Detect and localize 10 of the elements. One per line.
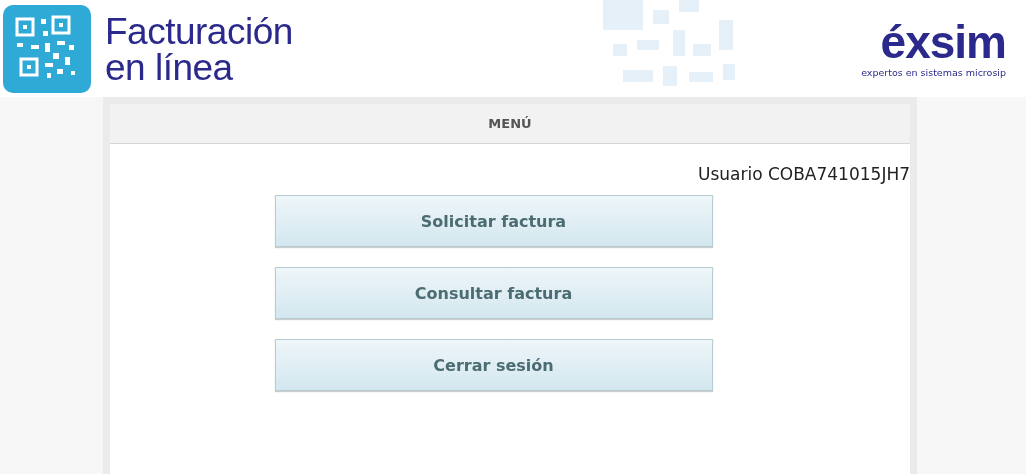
- qr-code-icon: [3, 4, 91, 93]
- menu-button[interactable]: Cerrar sesión: [274, 339, 713, 391]
- menu-button[interactable]: Solicitar factura: [274, 195, 713, 247]
- user-label: Usuario COBA741015JH7: [696, 164, 910, 184]
- app-title: en línea: [105, 49, 233, 86]
- brand-logo: éxsim: [880, 19, 1006, 65]
- brand-tagline: expertos en sistemas microsip: [861, 67, 1006, 78]
- menu-button[interactable]: Consultar factura: [274, 267, 713, 319]
- app-title: Facturación: [105, 13, 293, 50]
- menu-title: MENÚ: [110, 104, 910, 144]
